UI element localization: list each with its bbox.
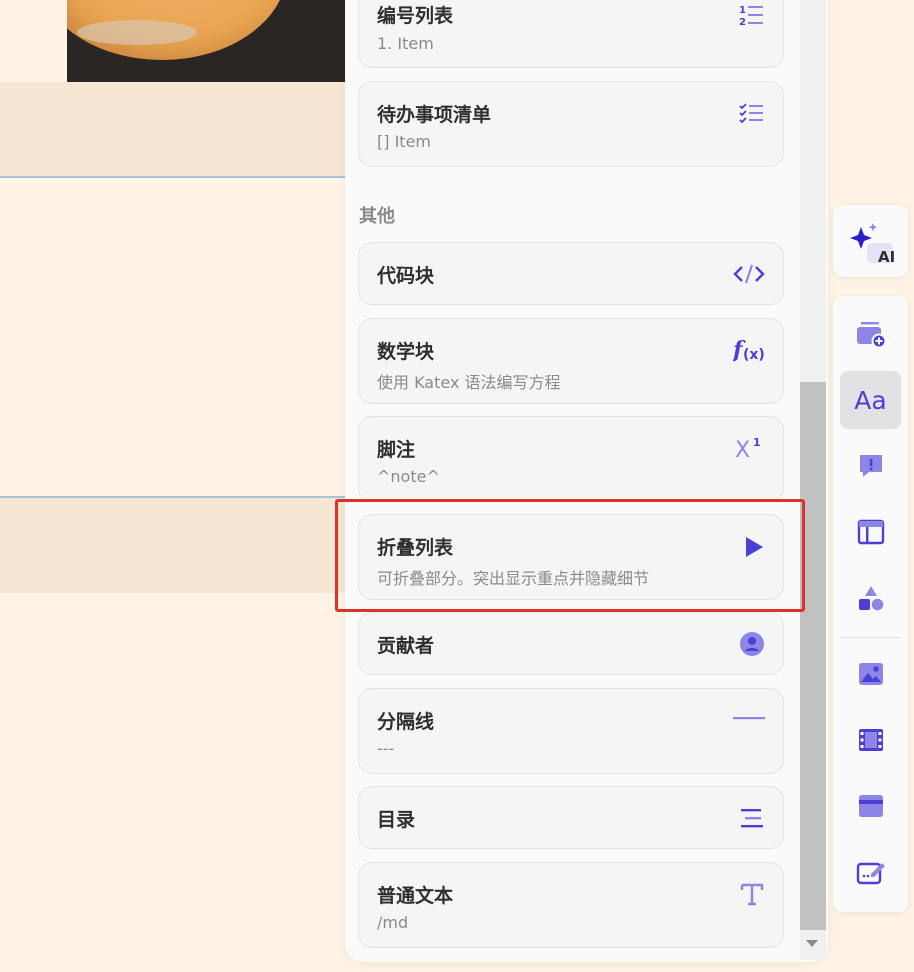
divider-icon <box>733 715 765 721</box>
menu-item-contributors[interactable]: 贡献者 <box>358 612 784 675</box>
menu-item-desc: --- <box>377 739 395 758</box>
menu-item-desc: [] Item <box>377 132 431 151</box>
text-style-tool[interactable]: Aa <box>840 371 901 429</box>
menu-item-title: 分隔线 <box>377 711 435 733</box>
play-icon <box>743 535 765 559</box>
menu-item-desc: 使用 Katex 语法编写方程 <box>377 373 561 392</box>
menu-item-todo-list[interactable]: 待办事项清单 [] Item <box>358 81 784 167</box>
scroll-down-arrow[interactable] <box>806 940 818 947</box>
svg-text:(x): (x) <box>743 347 765 363</box>
insert-block-menu: 编号列表 1. Item 12 待办事项清单 [] Item 其他 代码块 数学… <box>345 0 828 962</box>
add-block-icon <box>856 322 886 348</box>
menu-item-footnote[interactable]: 脚注 ^note^ X1 <box>358 416 784 502</box>
menu-item-title: 普通文本 <box>377 885 454 907</box>
food-photo <box>67 0 346 82</box>
edit-icon <box>856 862 885 885</box>
insert-toolbar: Aa <box>833 296 908 912</box>
callout-icon <box>859 455 882 477</box>
toc-icon <box>739 807 765 829</box>
add-block-tool[interactable] <box>840 305 901 363</box>
menu-item-plain-text[interactable]: 普通文本 /md <box>358 862 784 948</box>
menu-item-desc: ^note^ <box>377 467 440 486</box>
video-tool[interactable] <box>840 711 901 769</box>
menu-item-title: 数学块 <box>377 341 435 363</box>
menu-item-title: 脚注 <box>377 439 416 461</box>
menu-item-desc: 1. Item <box>377 34 434 53</box>
menu-item-collapsible-list[interactable]: 折叠列表 可折叠部分。突出显示重点并隐藏细节 <box>358 514 784 600</box>
ai-label: AI <box>878 248 896 266</box>
image-tool[interactable] <box>840 645 901 703</box>
background-band <box>0 498 346 593</box>
svg-text:2: 2 <box>739 17 746 27</box>
svg-text:X: X <box>735 438 750 459</box>
shapes-icon <box>858 586 883 611</box>
embed-tool[interactable] <box>840 777 901 835</box>
numbered-list-icon: 12 <box>739 3 765 27</box>
image-icon <box>858 663 883 685</box>
menu-item-desc: 可折叠部分。突出显示重点并隐藏细节 <box>377 569 650 588</box>
edit-tool[interactable] <box>840 843 901 901</box>
menu-item-math-block[interactable]: 数学块 使用 Katex 语法编写方程 f (x) <box>358 318 784 404</box>
section-label-other: 其他 <box>359 206 395 227</box>
menu-item-code-block[interactable]: 代码块 <box>358 242 784 305</box>
code-icon <box>733 263 765 285</box>
video-icon <box>858 729 883 751</box>
ai-panel: AI <box>833 205 908 277</box>
scrollbar-thumb[interactable] <box>800 382 826 930</box>
todo-list-icon <box>739 102 765 124</box>
text-style-icon: Aa <box>854 385 887 415</box>
ai-button[interactable]: AI <box>840 212 901 270</box>
shapes-tool[interactable] <box>840 569 901 627</box>
user-circle-icon <box>739 631 765 657</box>
menu-item-divider[interactable]: 分隔线 --- <box>358 688 784 774</box>
background-band <box>0 82 346 176</box>
callout-tool[interactable] <box>840 437 901 495</box>
menu-item-title: 目录 <box>377 809 416 831</box>
svg-text:1: 1 <box>753 436 761 449</box>
divider-line <box>0 176 346 178</box>
menu-item-title: 待办事项清单 <box>377 104 492 126</box>
svg-text:1: 1 <box>739 5 746 16</box>
layout-icon <box>857 519 884 545</box>
superscript-icon: X1 <box>735 435 765 459</box>
menu-item-title: 代码块 <box>377 265 435 287</box>
menu-item-title: 折叠列表 <box>377 537 454 559</box>
menu-item-desc: /md <box>377 913 409 932</box>
menu-item-table-of-contents[interactable]: 目录 <box>358 786 784 849</box>
embed-icon <box>858 795 883 817</box>
menu-item-title: 编号列表 <box>377 5 454 27</box>
text-icon <box>739 881 765 907</box>
toolbar-divider <box>840 637 901 638</box>
math-function-icon: f (x) <box>733 337 765 363</box>
menu-item-title: 贡献者 <box>377 635 435 657</box>
layout-tool[interactable] <box>840 503 901 561</box>
menu-item-numbered-list[interactable]: 编号列表 1. Item 12 <box>358 0 784 68</box>
